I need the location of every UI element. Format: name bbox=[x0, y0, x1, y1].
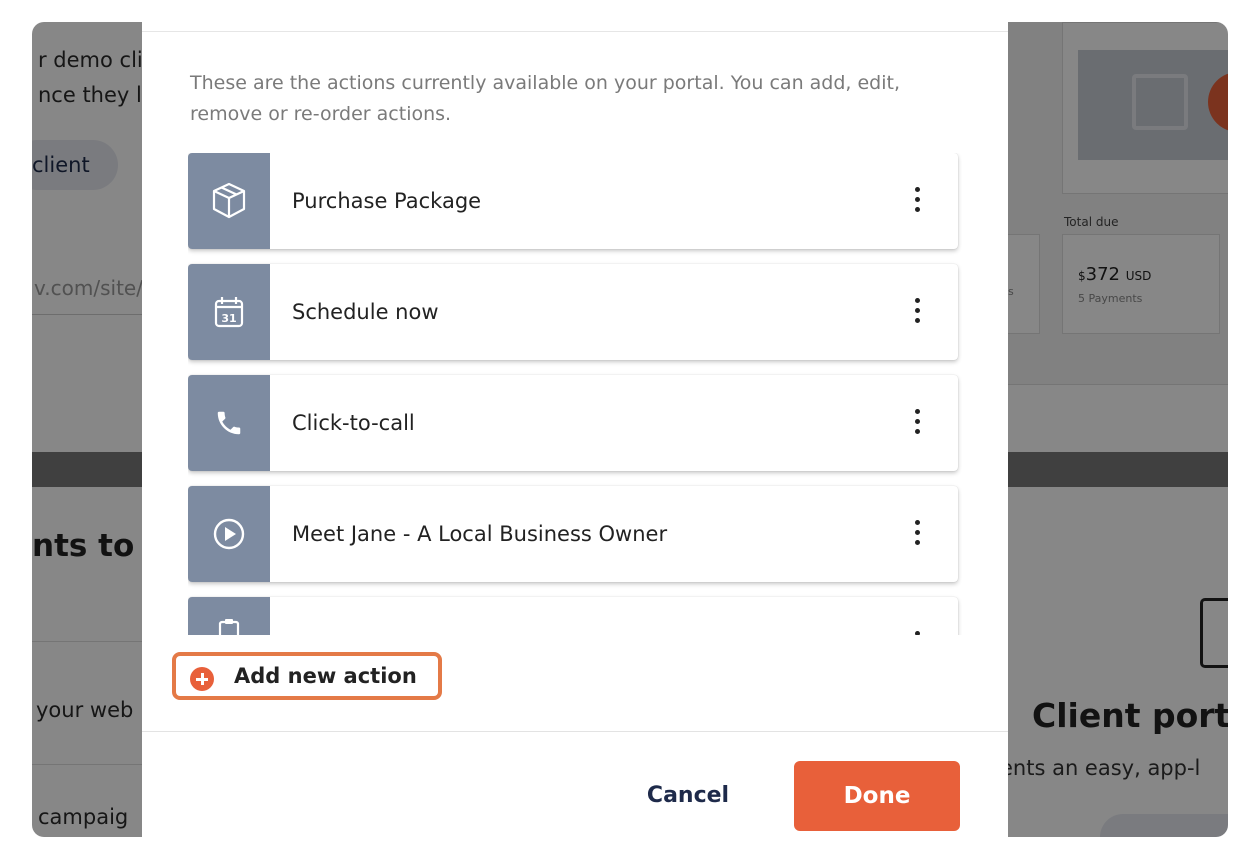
package-icon bbox=[212, 182, 246, 219]
actions-modal: These are the actions currently availabl… bbox=[142, 22, 1008, 837]
action-card-schedule-now[interactable]: 31 Schedule now bbox=[188, 264, 958, 360]
action-card-meet-jane[interactable]: Meet Jane - A Local Business Owner bbox=[188, 486, 958, 582]
calendar-icon: 31 bbox=[214, 297, 244, 328]
modal-header-divider bbox=[142, 31, 1008, 32]
action-icon-tile bbox=[188, 153, 270, 249]
action-card-purchase-package[interactable]: Purchase Package bbox=[188, 153, 958, 249]
action-label: Click-to-call bbox=[292, 411, 415, 435]
svg-text:31: 31 bbox=[221, 312, 236, 325]
action-icon-tile bbox=[188, 375, 270, 471]
done-button[interactable]: Done bbox=[794, 761, 960, 831]
cancel-button[interactable]: Cancel bbox=[620, 762, 756, 830]
modal-footer-divider bbox=[142, 731, 1008, 732]
app-frame: r demo cli nce they l client v.com/site/… bbox=[32, 22, 1228, 837]
play-circle-icon bbox=[213, 518, 245, 550]
phone-icon bbox=[217, 411, 241, 435]
action-icon-tile bbox=[188, 597, 270, 635]
add-new-action-label: Add new action bbox=[234, 664, 417, 688]
more-options-icon[interactable] bbox=[910, 296, 924, 326]
modal-description: These are the actions currently availabl… bbox=[190, 72, 901, 125]
actions-list[interactable]: Purchase Package 31 Schedule now Click-t… bbox=[188, 153, 962, 635]
action-label: Purchase Package bbox=[292, 189, 482, 213]
more-options-icon[interactable] bbox=[910, 629, 924, 635]
more-options-icon[interactable] bbox=[910, 518, 924, 548]
add-new-action-button[interactable]: Add new action bbox=[172, 652, 442, 700]
action-label: Meet Jane - A Local Business Owner bbox=[292, 522, 668, 546]
action-label: Schedule now bbox=[292, 300, 439, 324]
action-icon-tile bbox=[188, 486, 270, 582]
plus-circle-icon bbox=[190, 667, 214, 691]
action-card-click-to-call[interactable]: Click-to-call bbox=[188, 375, 958, 471]
action-card-partial[interactable] bbox=[188, 597, 958, 635]
more-options-icon[interactable] bbox=[910, 407, 924, 437]
clipboard-icon bbox=[218, 619, 240, 635]
more-options-icon[interactable] bbox=[910, 185, 924, 215]
action-icon-tile: 31 bbox=[188, 264, 270, 360]
